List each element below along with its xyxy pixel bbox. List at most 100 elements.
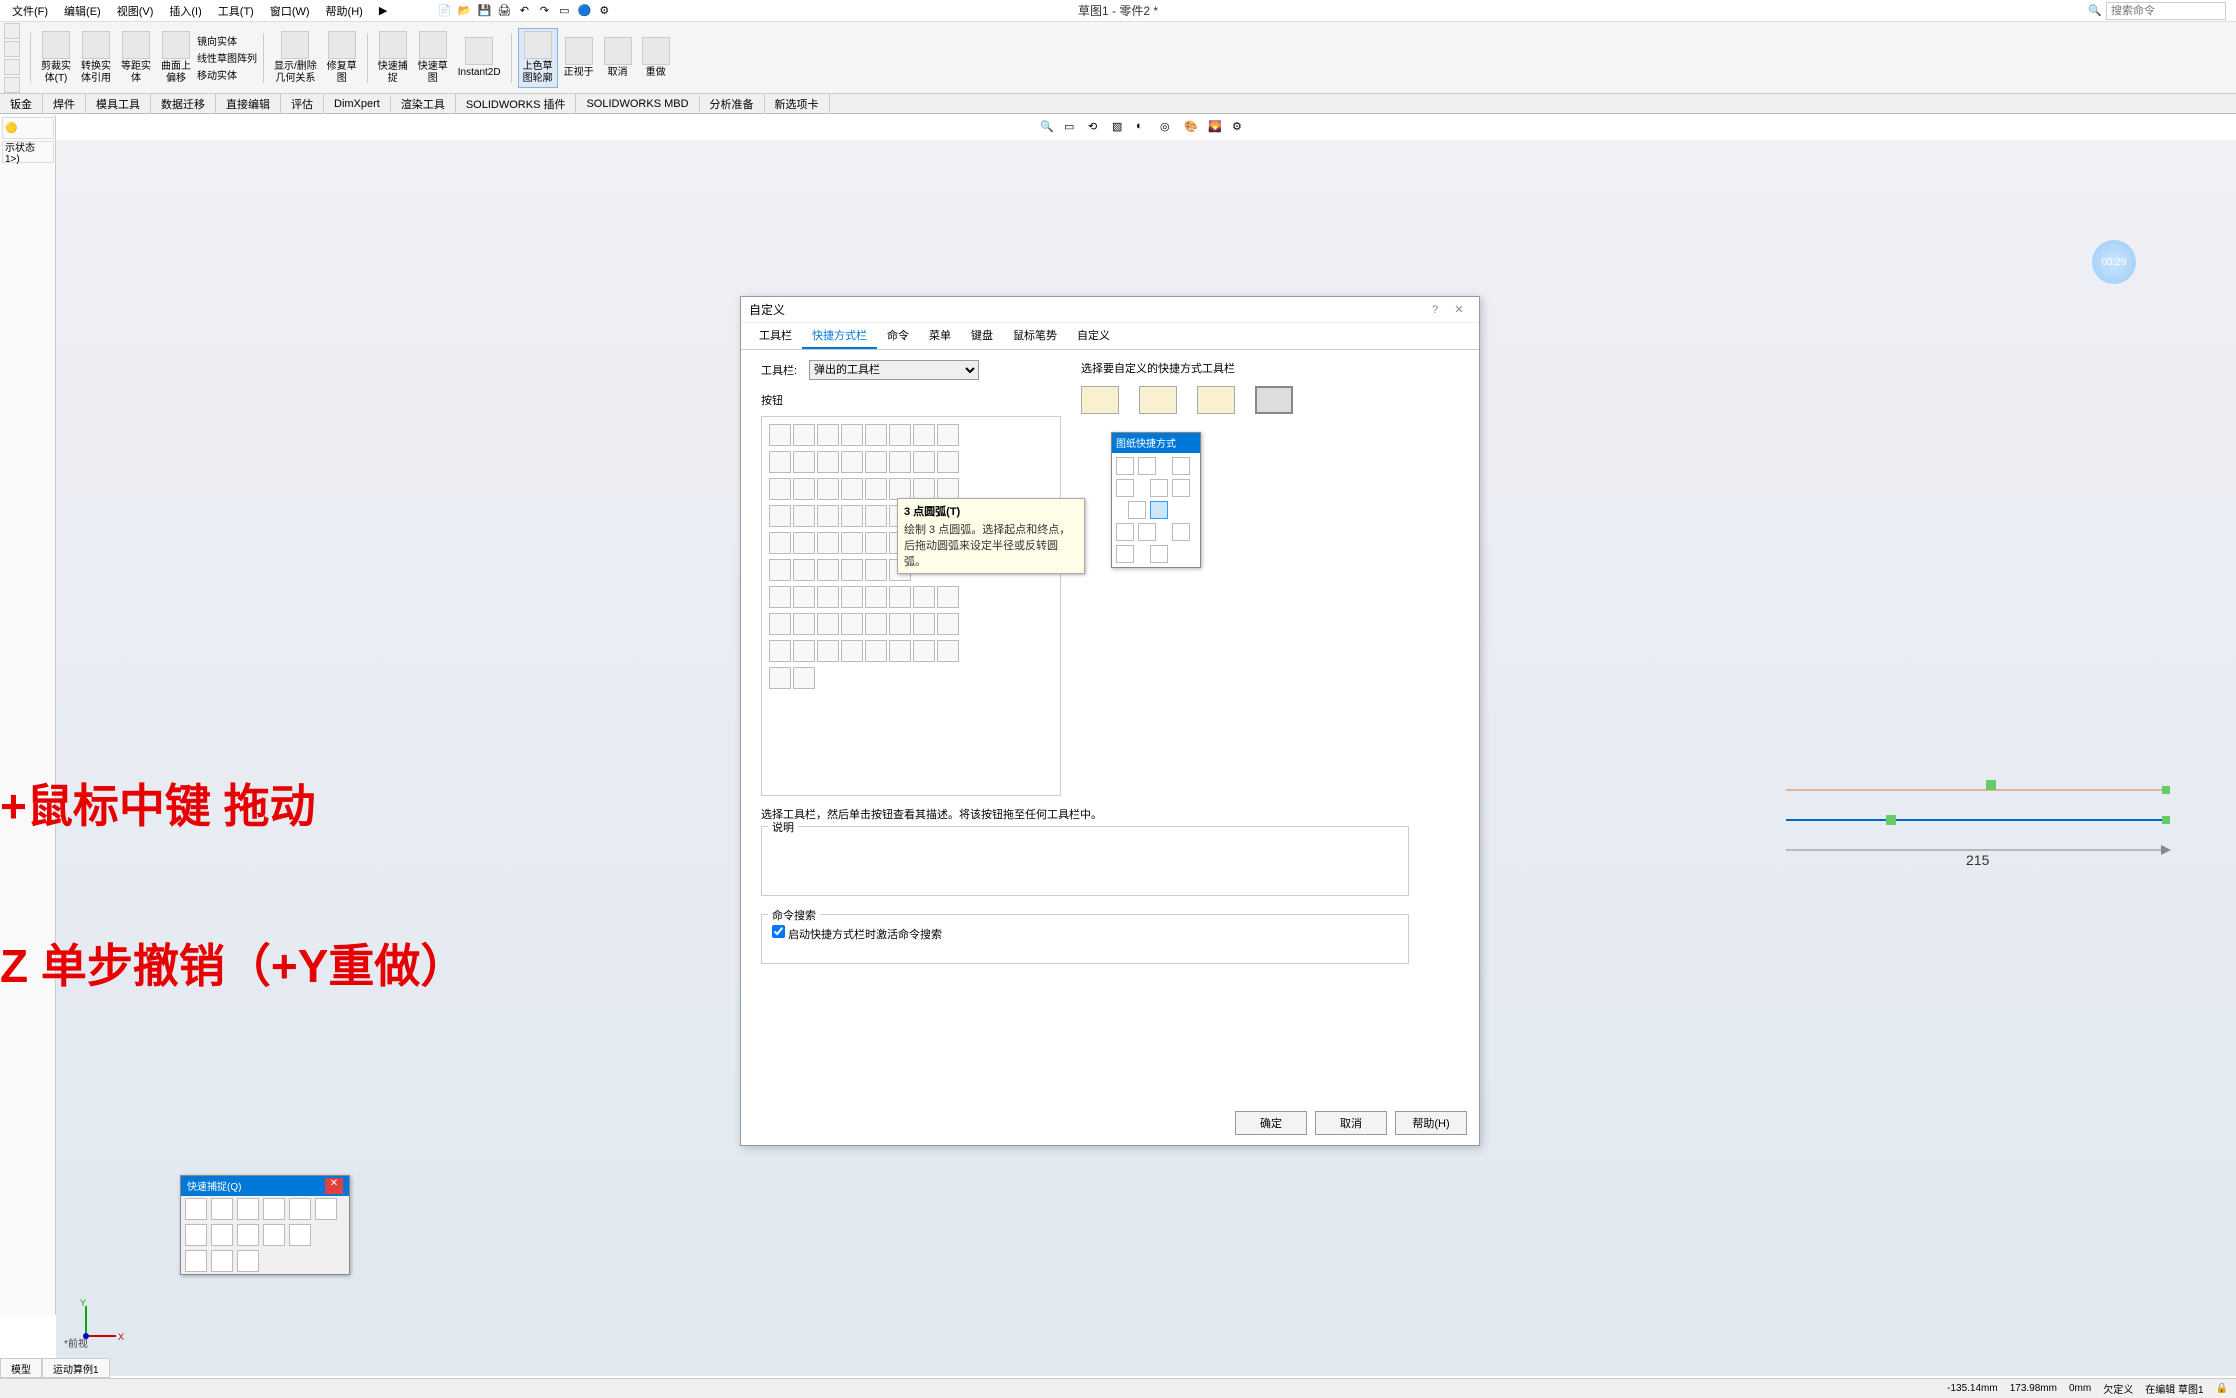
palette-icon[interactable] xyxy=(865,532,887,554)
snap-hp-icon[interactable] xyxy=(289,1224,311,1246)
palette-icon[interactable] xyxy=(793,451,815,473)
palette-icon[interactable] xyxy=(865,505,887,527)
palette-icon[interactable] xyxy=(841,613,863,635)
palette-icon[interactable] xyxy=(769,640,791,662)
display-style-icon[interactable]: ◐ xyxy=(1136,120,1156,140)
quick-snap-toolbar[interactable]: 快速捕捉(Q) ✕ xyxy=(180,1175,350,1275)
display-relations-button[interactable]: 显示/删除 几何关系 xyxy=(270,29,321,87)
palette-icon[interactable] xyxy=(937,424,959,446)
palette-icon[interactable] xyxy=(937,478,959,500)
snap-hv-icon[interactable] xyxy=(263,1224,285,1246)
display-state[interactable]: 示状态 1>) xyxy=(2,141,54,163)
tab-motion-study[interactable]: 运动算例1 xyxy=(42,1358,110,1378)
tab-dimxpert[interactable]: DimXpert xyxy=(324,96,391,112)
shortcut-slot-4[interactable] xyxy=(1255,386,1293,414)
dialog-titlebar[interactable]: 自定义 ? ✕ xyxy=(741,297,1479,323)
palette-icon[interactable] xyxy=(793,424,815,446)
status-unit-icon[interactable]: 🔒 xyxy=(2216,1383,2228,1394)
palette-icon[interactable] xyxy=(793,478,815,500)
palette-icon[interactable] xyxy=(889,478,911,500)
fillet-icon[interactable] xyxy=(1138,523,1156,541)
text-icon[interactable] xyxy=(4,77,20,93)
convert-icon[interactable] xyxy=(1116,545,1134,563)
section-view-icon[interactable]: ▧ xyxy=(1112,120,1132,140)
menu-tools[interactable]: 工具(T) xyxy=(210,1,262,21)
shortcut-slot-3[interactable] xyxy=(1197,386,1235,414)
snap-mid-icon[interactable] xyxy=(237,1198,259,1220)
rebuild-icon[interactable]: 🔵 xyxy=(575,2,593,20)
dialog-close-icon[interactable]: ✕ xyxy=(1447,303,1471,316)
palette-icon[interactable] xyxy=(889,424,911,446)
tab-render[interactable]: 渲染工具 xyxy=(391,94,456,114)
palette-icon[interactable] xyxy=(865,424,887,446)
palette-icon[interactable] xyxy=(937,613,959,635)
palette-icon[interactable] xyxy=(817,532,839,554)
tab-model[interactable]: 模型 xyxy=(0,1358,42,1378)
snap-tangent-icon[interactable] xyxy=(185,1224,207,1246)
palette-icon[interactable] xyxy=(865,478,887,500)
feature-tree-header[interactable]: 🟡 xyxy=(2,117,54,139)
new-icon[interactable]: 📄 xyxy=(435,2,453,20)
palette-icon[interactable] xyxy=(913,424,935,446)
palette-icon[interactable] xyxy=(793,532,815,554)
select-icon[interactable]: ▭ xyxy=(555,2,573,20)
circle-icon[interactable] xyxy=(4,41,20,57)
tab-mold[interactable]: 模具工具 xyxy=(86,94,151,114)
palette-icon[interactable] xyxy=(817,640,839,662)
palette-icon[interactable] xyxy=(865,640,887,662)
snap-quadrant-icon[interactable] xyxy=(263,1198,285,1220)
line-icon[interactable] xyxy=(4,23,20,39)
snap-toolbar-header[interactable]: 快速捕捉(Q) ✕ xyxy=(181,1176,349,1196)
palette-icon[interactable] xyxy=(913,613,935,635)
surface-offset-button[interactable]: 曲面上 偏移 xyxy=(157,29,195,87)
palette-icon[interactable] xyxy=(913,451,935,473)
palette-icon[interactable] xyxy=(793,586,815,608)
smart-dim-icon[interactable] xyxy=(1138,457,1156,475)
tab-mbd[interactable]: SOLIDWORKS MBD xyxy=(576,96,699,112)
polygon-icon[interactable] xyxy=(4,59,20,75)
dtab-mouse[interactable]: 鼠标笔势 xyxy=(1003,323,1067,349)
options-icon[interactable]: ⚙ xyxy=(595,2,613,20)
menu-insert[interactable]: 插入(I) xyxy=(161,1,209,21)
dtab-toolbars[interactable]: 工具栏 xyxy=(749,323,802,349)
cancel-button[interactable]: 取消 xyxy=(600,35,636,81)
palette-icon[interactable] xyxy=(793,667,815,689)
dtab-keyboard[interactable]: 键盘 xyxy=(961,323,1003,349)
normal-to-button[interactable]: 正视于 xyxy=(560,35,598,81)
palette-icon[interactable] xyxy=(841,424,863,446)
undo-icon[interactable]: ↶ xyxy=(515,2,533,20)
palette-icon[interactable] xyxy=(841,505,863,527)
palette-icon[interactable] xyxy=(793,640,815,662)
menu-file[interactable]: 文件(F) xyxy=(4,1,56,21)
snap-angle-icon[interactable] xyxy=(237,1250,259,1272)
palette-icon[interactable] xyxy=(889,640,911,662)
cancel-dialog-button[interactable]: 取消 xyxy=(1315,1111,1387,1135)
redo-icon[interactable]: ↷ xyxy=(535,2,553,20)
zoom-fit-icon[interactable]: 🔍 xyxy=(1040,120,1060,140)
flyout-header[interactable]: 图纸快捷方式 xyxy=(1112,433,1200,453)
shaded-sketch-button[interactable]: 上色草 图轮廓 xyxy=(518,28,558,88)
shortcut-slot-1[interactable] xyxy=(1081,386,1119,414)
palette-icon[interactable] xyxy=(889,586,911,608)
palette-icon[interactable] xyxy=(841,478,863,500)
rapid-sketch-button[interactable]: 快速草 图 xyxy=(414,29,452,87)
palette-icon[interactable] xyxy=(817,478,839,500)
snap-perp-icon[interactable] xyxy=(211,1224,233,1246)
palette-icon[interactable] xyxy=(841,559,863,581)
spline-icon[interactable] xyxy=(1116,523,1134,541)
shortcut-slot-2[interactable] xyxy=(1139,386,1177,414)
offset-icon[interactable] xyxy=(1150,545,1168,563)
instant2d-button[interactable]: Instant2D xyxy=(454,35,505,81)
palette-icon[interactable] xyxy=(865,451,887,473)
tab-sheetmetal[interactable]: 钣金 xyxy=(0,94,43,114)
slot-icon[interactable] xyxy=(1172,479,1190,497)
toolbar-select[interactable]: 弹出的工具栏 xyxy=(809,360,979,380)
palette-icon[interactable] xyxy=(769,613,791,635)
snap-nearest-icon[interactable] xyxy=(315,1198,337,1220)
snap-center-icon[interactable] xyxy=(211,1198,233,1220)
palette-icon[interactable] xyxy=(913,478,935,500)
palette-icon[interactable] xyxy=(769,424,791,446)
tab-addins[interactable]: SOLIDWORKS 插件 xyxy=(456,94,577,114)
tab-migration[interactable]: 数据迁移 xyxy=(151,94,216,114)
palette-icon[interactable] xyxy=(817,451,839,473)
